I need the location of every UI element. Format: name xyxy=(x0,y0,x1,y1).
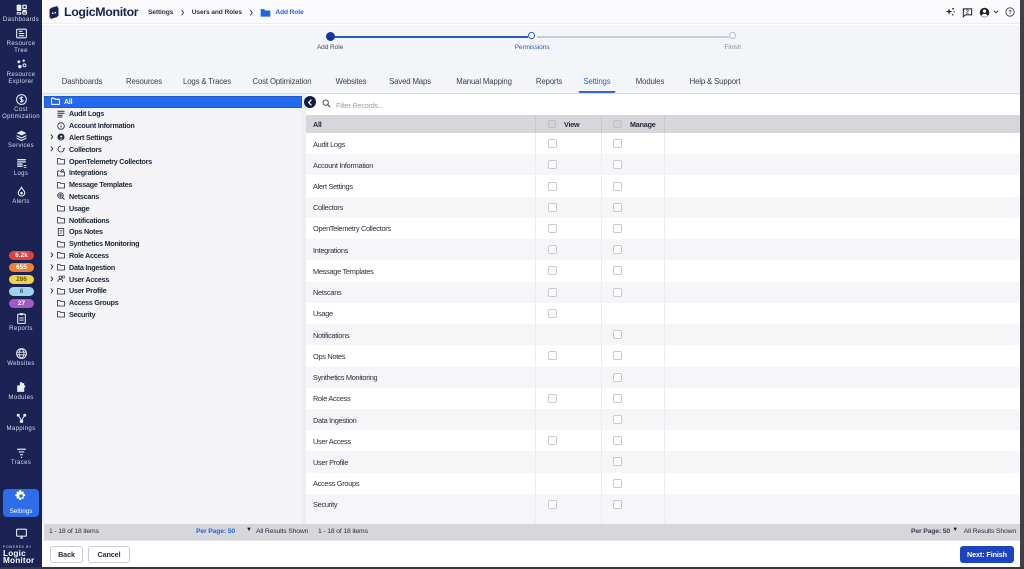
svg-text:?: ? xyxy=(1008,10,1011,16)
svg-text:2: 2 xyxy=(966,9,969,15)
